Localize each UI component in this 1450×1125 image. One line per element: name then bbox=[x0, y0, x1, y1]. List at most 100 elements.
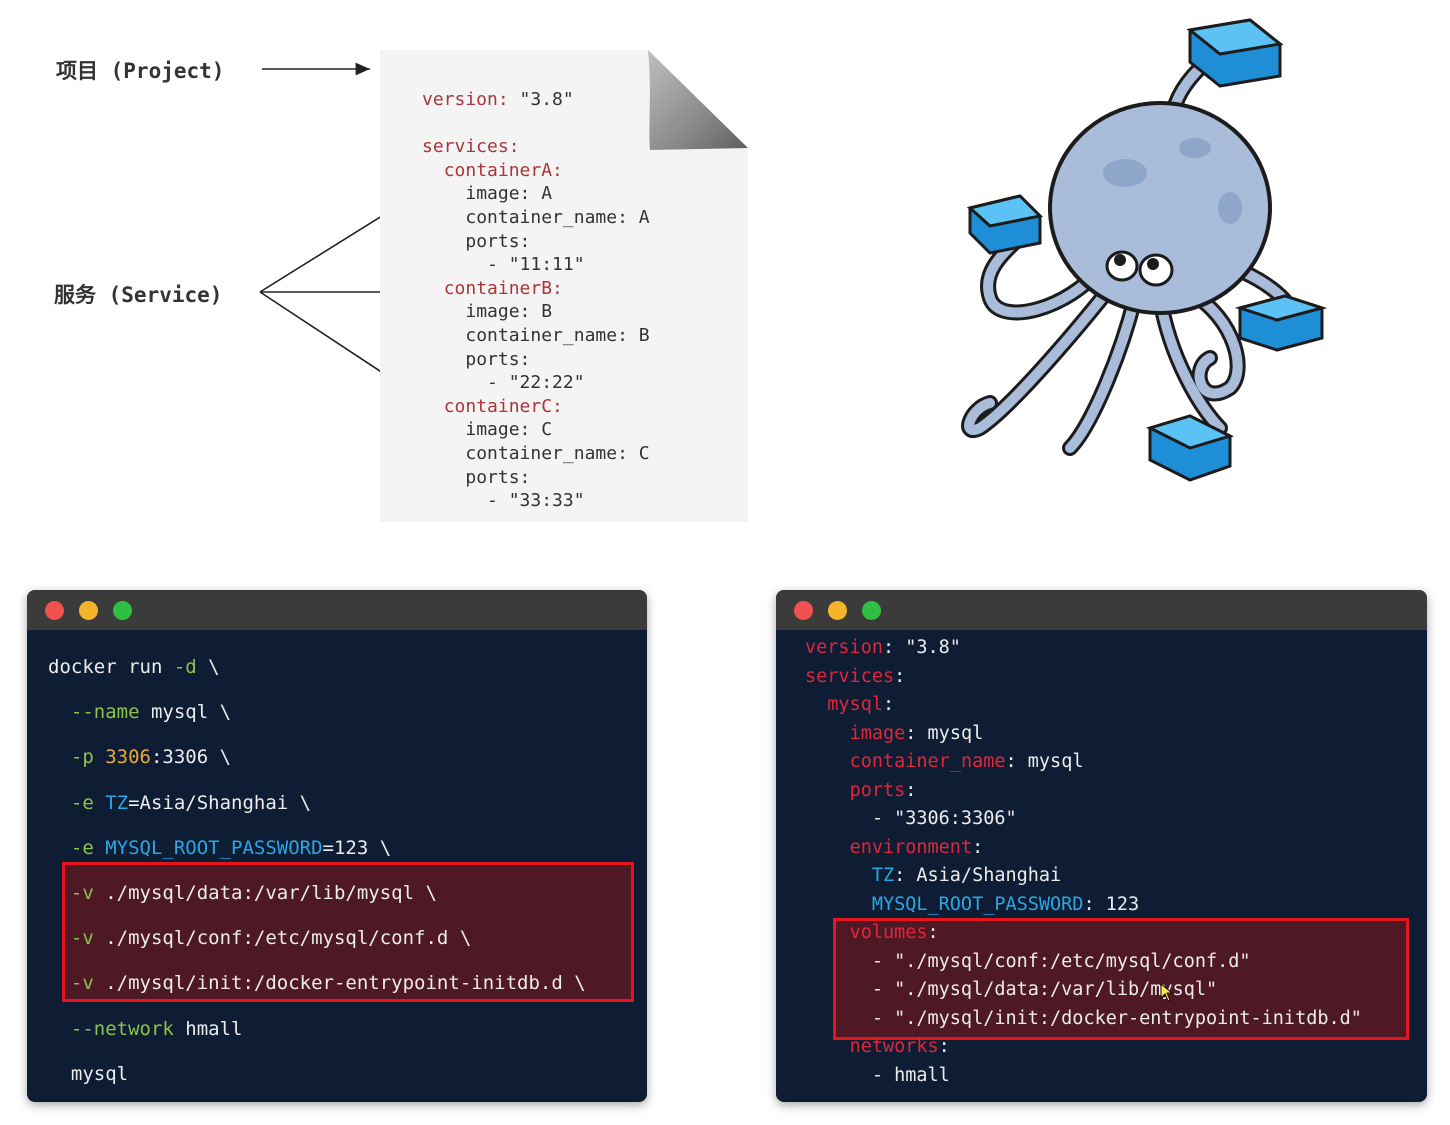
code-token: mysql bbox=[827, 694, 883, 715]
yaml-value: image: B bbox=[465, 301, 553, 323]
document-code-line: container_name: C bbox=[422, 442, 649, 466]
code-token: -v bbox=[48, 927, 94, 950]
code-token: -p bbox=[48, 746, 106, 769]
mouse-cursor-icon bbox=[1160, 983, 1174, 1002]
code-line: - "3306:3306" bbox=[805, 805, 1362, 834]
code-token: - "./mysql/conf:/etc/mysql/conf.d" bbox=[805, 950, 1251, 972]
yaml-key: services: bbox=[422, 136, 520, 158]
code-line: -e MYSQL_ROOT_PASSWORD=123 \ bbox=[48, 826, 586, 871]
code-token: hmall bbox=[173, 1017, 243, 1040]
code-line: docker run -d \ bbox=[48, 645, 586, 690]
code-line: image: mysql bbox=[805, 720, 1362, 749]
code-token: : bbox=[882, 694, 895, 715]
document-code-line: image: B bbox=[422, 300, 650, 324]
code-line: -e TZ=Asia/Shanghai \ bbox=[48, 781, 586, 826]
code-token: : bbox=[905, 779, 917, 801]
code-token: - "3306:3306" bbox=[805, 808, 1017, 829]
code-token: - hmall bbox=[805, 1064, 950, 1086]
code-token: 3306 bbox=[105, 746, 151, 769]
document-code-line: containerB: bbox=[422, 277, 650, 301]
maximize-icon[interactable] bbox=[862, 601, 881, 620]
compose-yaml-code: version: "3.8" services: mysql: image: my… bbox=[805, 634, 1362, 1090]
close-icon[interactable] bbox=[794, 601, 813, 620]
document-code-line: - "11:11" bbox=[422, 253, 650, 277]
yaml-value: - "22:22" bbox=[487, 372, 585, 394]
code-line: - "./mysql/data:/var/lib/mysql" bbox=[805, 976, 1362, 1005]
code-line: MYSQL_ROOT_PASSWORD: 123 bbox=[805, 891, 1362, 920]
yaml-value: image: A bbox=[465, 183, 553, 205]
yaml-key: containerB: bbox=[443, 277, 563, 299]
code-line: -v ./mysql/data:/var/lib/mysql \ bbox=[48, 871, 586, 916]
code-token: --network bbox=[48, 1017, 174, 1040]
document-code-line: services: bbox=[422, 135, 650, 159]
code-token: : mysql bbox=[905, 722, 984, 744]
yaml-value: - "11:11" bbox=[487, 254, 585, 276]
code-token: -e bbox=[48, 836, 106, 859]
window-titlebar bbox=[27, 590, 647, 630]
minimize-icon[interactable] bbox=[79, 601, 98, 620]
code-line: version: "3.8" bbox=[805, 634, 1362, 663]
code-line: TZ: Asia/Shanghai bbox=[805, 862, 1362, 891]
code-token: mysql \ bbox=[139, 701, 232, 724]
minimize-icon[interactable] bbox=[828, 601, 847, 620]
yaml-value: ports: bbox=[465, 230, 531, 252]
code-token: : 123 bbox=[1083, 893, 1140, 915]
yaml-value: ports: bbox=[465, 466, 531, 488]
yaml-key: version: bbox=[422, 89, 509, 110]
code-line: networks: bbox=[805, 1033, 1362, 1062]
code-line: - "./mysql/init:/docker-entrypoint-initd… bbox=[805, 1005, 1362, 1034]
yaml-value: ports: bbox=[465, 348, 531, 370]
code-token: version bbox=[805, 637, 883, 658]
yaml-key: containerC: bbox=[443, 395, 563, 417]
document-code-line: containerC: bbox=[422, 395, 650, 419]
code-line: container_name: mysql bbox=[805, 748, 1362, 777]
code-line: mysql: bbox=[805, 691, 1362, 720]
code-token: mysql bbox=[48, 1062, 129, 1085]
code-token: TZ bbox=[871, 865, 895, 886]
code-token: ./mysql/conf:/etc/mysql/conf.d \ bbox=[93, 927, 472, 950]
code-token: : mysql bbox=[1005, 751, 1084, 772]
document-code-line bbox=[422, 112, 650, 136]
yaml-value: image: C bbox=[465, 419, 553, 441]
yaml-value: "3.8" bbox=[508, 89, 574, 110]
yaml-value: - "33:33" bbox=[487, 490, 585, 512]
code-line: - "./mysql/conf:/etc/mysql/conf.d" bbox=[805, 948, 1362, 977]
code-token: - "./mysql/init:/docker-entrypoint-initd… bbox=[805, 1007, 1362, 1029]
maximize-icon[interactable] bbox=[113, 601, 132, 620]
code-token: services bbox=[805, 665, 895, 687]
code-token: volumes bbox=[849, 922, 928, 943]
code-token: networks bbox=[849, 1036, 939, 1057]
code-token: MYSQL_ROOT_PASSWORD bbox=[871, 893, 1084, 915]
code-token: -d bbox=[173, 656, 197, 678]
code-token: : bbox=[938, 1036, 950, 1057]
code-line: environment: bbox=[805, 834, 1362, 863]
docker-run-window: docker run -d \ --name mysql \ -p 3306:3… bbox=[27, 590, 647, 1102]
document-code-line: container_name: A bbox=[422, 206, 649, 230]
compose-yaml-window: version: "3.8" services: mysql: image: my… bbox=[776, 590, 1427, 1102]
code-token: : bbox=[894, 665, 906, 687]
code-token: environment bbox=[849, 836, 973, 858]
close-icon[interactable] bbox=[45, 601, 64, 620]
code-token: -v bbox=[48, 882, 94, 905]
code-token: \ bbox=[196, 656, 220, 678]
code-token: -e bbox=[48, 791, 106, 814]
document-code-line: ports: bbox=[422, 348, 650, 372]
code-token: ./mysql/data:/var/lib/mysql \ bbox=[93, 882, 437, 905]
code-token: : Asia/Shanghai bbox=[894, 865, 1062, 886]
code-token: --name bbox=[48, 701, 140, 724]
code-token: ports bbox=[849, 779, 906, 801]
code-token: =Asia/Shanghai \ bbox=[128, 791, 312, 814]
code-token: TZ bbox=[105, 791, 129, 814]
code-line: --network hmall bbox=[48, 1007, 586, 1052]
code-line: volumes: bbox=[805, 919, 1362, 948]
code-token: - "./mysql/data:/var/lib/mysql" bbox=[805, 979, 1218, 1000]
compose-document-code: version: "3.8" services: containerA: ima… bbox=[422, 88, 650, 513]
